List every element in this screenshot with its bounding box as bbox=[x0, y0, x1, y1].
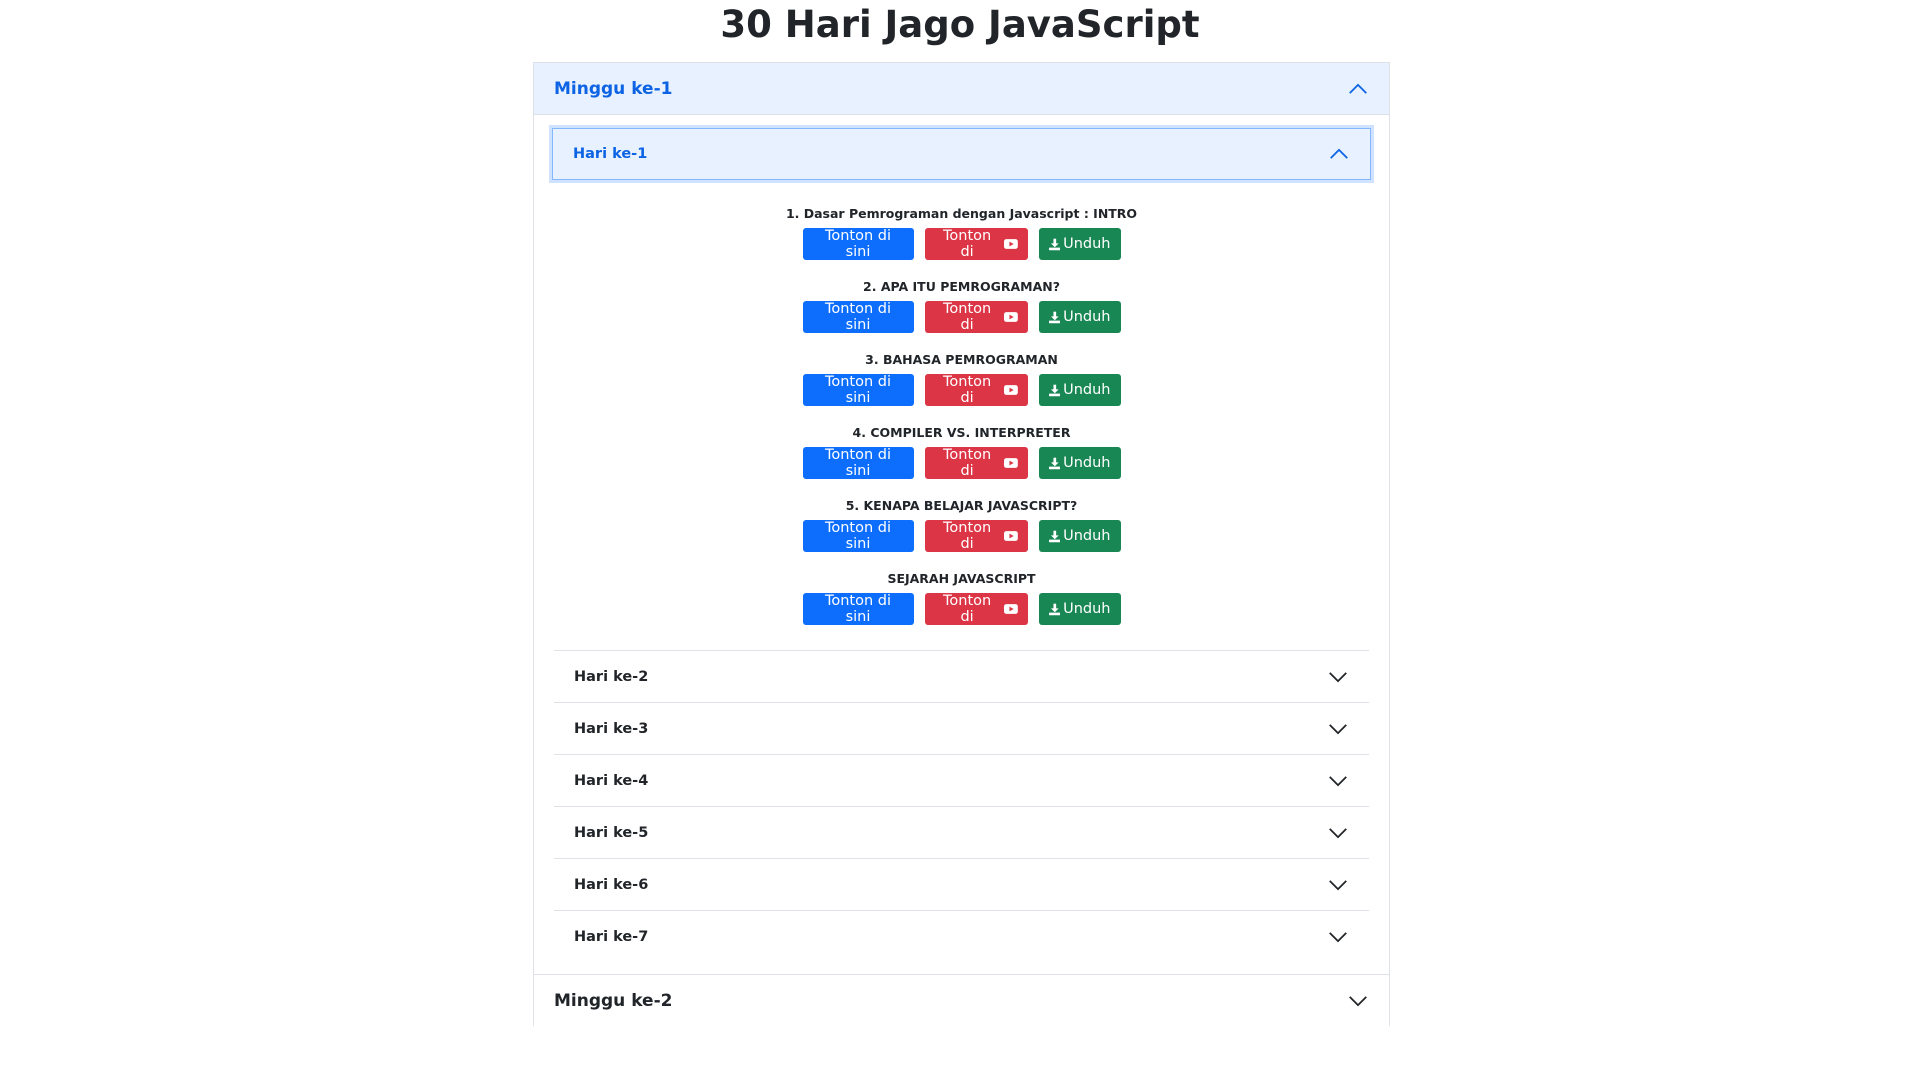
weeks-accordion: Minggu ke-1 Hari ke-1 1. Dasar Pemrogram… bbox=[533, 62, 1390, 1026]
download-label: Unduh bbox=[1063, 528, 1111, 544]
chevron-down-icon bbox=[1329, 879, 1347, 890]
watch-here-label: Tonton di sini bbox=[824, 447, 892, 479]
watch-here-label: Tonton di sini bbox=[824, 228, 892, 260]
download-icon bbox=[1048, 311, 1061, 323]
download-icon bbox=[1048, 457, 1061, 469]
download-button[interactable]: Unduh bbox=[1038, 374, 1121, 406]
watch-on-label: Tonton di bbox=[942, 593, 992, 625]
watch-youtube-button[interactable]: Tonton di bbox=[924, 228, 1028, 260]
day-header-6[interactable]: Hari ke-6 bbox=[554, 858, 1369, 910]
download-button[interactable]: Unduh bbox=[1038, 228, 1121, 260]
day-header-7[interactable]: Hari ke-7 bbox=[554, 910, 1369, 962]
day-label: Hari ke-1 bbox=[573, 146, 648, 162]
download-label: Unduh bbox=[1063, 455, 1111, 471]
chevron-down-icon bbox=[1329, 723, 1347, 734]
watch-on-label: Tonton di bbox=[942, 520, 992, 552]
lesson-title: 3. BAHASA PEMROGRAMAN bbox=[865, 352, 1058, 367]
watch-here-label: Tonton di sini bbox=[824, 301, 892, 333]
lesson-buttons: Tonton di sini Tonton di Unduh bbox=[554, 447, 1369, 479]
lesson-item: 3. BAHASA PEMROGRAMAN Tonton di sini Ton… bbox=[554, 352, 1369, 406]
day-label: Hari ke-6 bbox=[574, 876, 649, 893]
chevron-up-icon bbox=[1330, 148, 1348, 159]
day-label: Hari ke-3 bbox=[574, 720, 649, 737]
youtube-icon bbox=[1003, 531, 1018, 541]
lesson-buttons: Tonton di sini Tonton di Unduh bbox=[554, 593, 1369, 625]
week-item-1: Minggu ke-1 Hari ke-1 1. Dasar Pemrogram… bbox=[534, 63, 1389, 974]
week-label: Minggu ke-2 bbox=[554, 990, 673, 1011]
download-button[interactable]: Unduh bbox=[1038, 301, 1121, 333]
page-title: 30 Hari Jago JavaScript bbox=[720, 3, 1200, 46]
watch-here-button[interactable]: Tonton di sini bbox=[802, 447, 914, 479]
lesson-item: 4. COMPILER VS. INTERPRETER Tonton di si… bbox=[554, 425, 1369, 479]
week-label: Minggu ke-1 bbox=[554, 78, 673, 99]
watch-here-button[interactable]: Tonton di sini bbox=[802, 593, 914, 625]
watch-here-button[interactable]: Tonton di sini bbox=[802, 374, 914, 406]
watch-on-label: Tonton di bbox=[942, 228, 992, 260]
lesson-item: SEJARAH JAVASCRIPT Tonton di sini Tonton… bbox=[554, 571, 1369, 625]
youtube-icon bbox=[1003, 239, 1018, 249]
lesson-buttons: Tonton di sini Tonton di Unduh bbox=[554, 301, 1369, 333]
download-button[interactable]: Unduh bbox=[1038, 447, 1121, 479]
week-body-1: Hari ke-1 1. Dasar Pemrograman dengan Ja… bbox=[534, 115, 1389, 974]
download-label: Unduh bbox=[1063, 236, 1111, 252]
lesson-title: 1. Dasar Pemrograman dengan Javascript :… bbox=[785, 206, 1138, 221]
youtube-icon bbox=[1003, 312, 1018, 322]
watch-on-label: Tonton di bbox=[942, 447, 992, 479]
watch-on-label: Tonton di bbox=[942, 374, 992, 406]
lesson-title: 2. APA ITU PEMROGRAMAN? bbox=[863, 279, 1060, 294]
watch-youtube-button[interactable]: Tonton di bbox=[924, 520, 1028, 552]
day-header-3[interactable]: Hari ke-3 bbox=[554, 702, 1369, 754]
watch-here-button[interactable]: Tonton di sini bbox=[802, 228, 914, 260]
watch-youtube-button[interactable]: Tonton di bbox=[924, 447, 1028, 479]
watch-here-label: Tonton di sini bbox=[824, 520, 892, 552]
watch-here-label: Tonton di sini bbox=[824, 374, 892, 406]
day-header-5[interactable]: Hari ke-5 bbox=[554, 806, 1369, 858]
day-header-1[interactable]: Hari ke-1 bbox=[552, 128, 1371, 180]
lesson-title: 4. COMPILER VS. INTERPRETER bbox=[852, 425, 1071, 440]
watch-youtube-button[interactable]: Tonton di bbox=[924, 593, 1028, 625]
download-label: Unduh bbox=[1063, 382, 1111, 398]
lesson-title: 5. KENAPA BELAJAR JAVASCRIPT? bbox=[845, 498, 1078, 513]
day-label: Hari ke-5 bbox=[574, 824, 649, 841]
lesson-item: 5. KENAPA BELAJAR JAVASCRIPT? Tonton di … bbox=[554, 498, 1369, 552]
lesson-buttons: Tonton di sini Tonton di Unduh bbox=[554, 520, 1369, 552]
chevron-down-icon bbox=[1329, 671, 1347, 682]
download-label: Unduh bbox=[1063, 601, 1111, 617]
day-label: Hari ke-2 bbox=[574, 668, 649, 685]
watch-here-label: Tonton di sini bbox=[824, 593, 892, 625]
watch-on-label: Tonton di bbox=[942, 301, 992, 333]
lesson-buttons: Tonton di sini Tonton di Unduh bbox=[554, 374, 1369, 406]
chevron-down-icon bbox=[1329, 775, 1347, 786]
day-header-2[interactable]: Hari ke-2 bbox=[554, 650, 1369, 702]
lesson-item: 1. Dasar Pemrograman dengan Javascript :… bbox=[554, 206, 1369, 260]
week-item-2: Minggu ke-2 bbox=[534, 974, 1389, 1026]
day-label: Hari ke-4 bbox=[574, 772, 649, 789]
lesson-title: SEJARAH JAVASCRIPT bbox=[887, 571, 1036, 586]
youtube-icon bbox=[1003, 458, 1018, 468]
youtube-icon bbox=[1003, 604, 1018, 614]
chevron-up-icon bbox=[1349, 83, 1367, 94]
chevron-down-icon bbox=[1329, 931, 1347, 942]
download-icon bbox=[1048, 603, 1061, 615]
download-button[interactable]: Unduh bbox=[1038, 520, 1121, 552]
watch-youtube-button[interactable]: Tonton di bbox=[924, 301, 1028, 333]
chevron-down-icon bbox=[1329, 827, 1347, 838]
watch-here-button[interactable]: Tonton di sini bbox=[802, 301, 914, 333]
lesson-item: 2. APA ITU PEMROGRAMAN? Tonton di sini T… bbox=[554, 279, 1369, 333]
chevron-down-icon bbox=[1349, 995, 1367, 1006]
watch-here-button[interactable]: Tonton di sini bbox=[802, 520, 914, 552]
day-label: Hari ke-7 bbox=[574, 928, 649, 945]
week-header-1[interactable]: Minggu ke-1 bbox=[534, 63, 1389, 115]
week-header-2[interactable]: Minggu ke-2 bbox=[534, 974, 1389, 1026]
download-icon bbox=[1048, 384, 1061, 396]
download-icon bbox=[1048, 238, 1061, 250]
download-button[interactable]: Unduh bbox=[1038, 593, 1121, 625]
youtube-icon bbox=[1003, 385, 1018, 395]
day-body-1: 1. Dasar Pemrograman dengan Javascript :… bbox=[554, 180, 1369, 650]
download-icon bbox=[1048, 530, 1061, 542]
day-header-4[interactable]: Hari ke-4 bbox=[554, 754, 1369, 806]
watch-youtube-button[interactable]: Tonton di bbox=[924, 374, 1028, 406]
download-label: Unduh bbox=[1063, 309, 1111, 325]
lesson-buttons: Tonton di sini Tonton di Unduh bbox=[554, 228, 1369, 260]
